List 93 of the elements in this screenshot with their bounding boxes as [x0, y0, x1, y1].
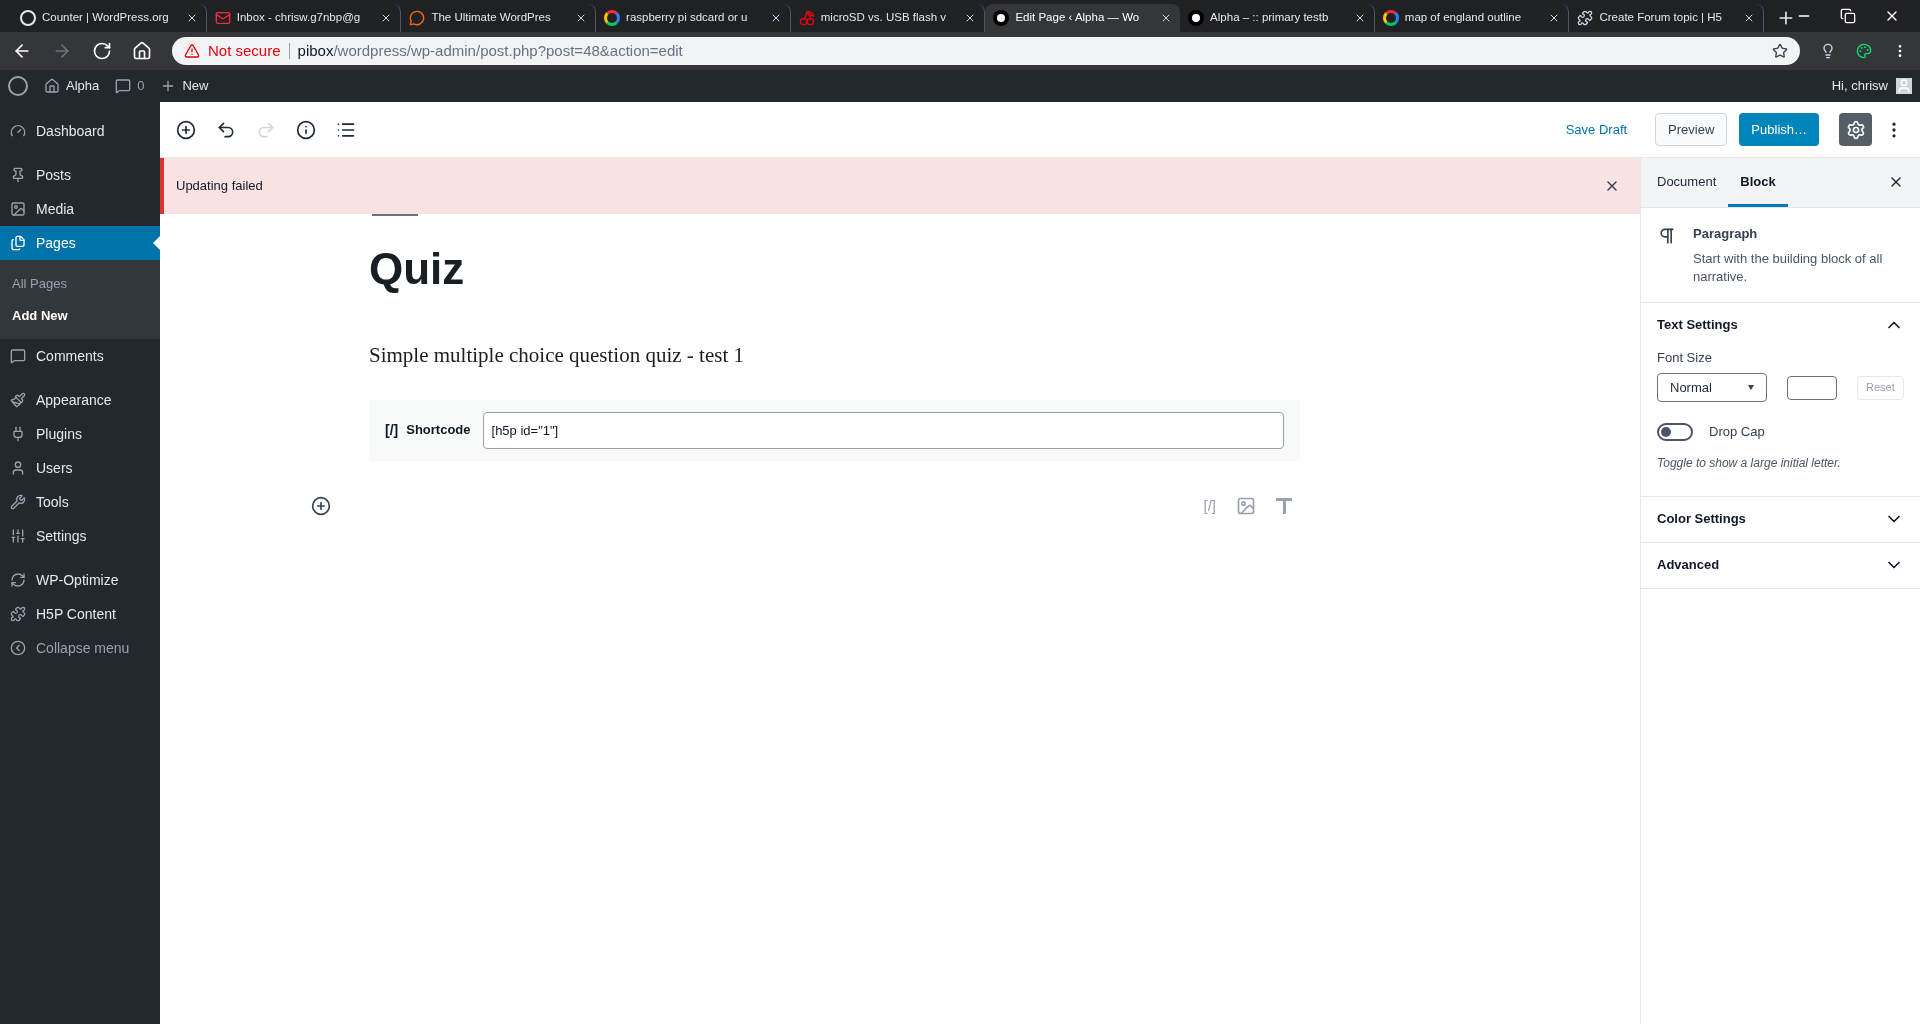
paragraph-text[interactable]: Simple multiple choice question quiz - test 1	[369, 340, 1300, 372]
settings-tab[interactable]: Document	[1645, 157, 1729, 207]
image-icon[interactable]	[1236, 495, 1256, 516]
sidebar-item[interactable]: H5P Content	[0, 597, 160, 631]
drop-cap-help: Toggle to show a large initial letter.	[1657, 454, 1842, 472]
reload-icon[interactable]	[92, 41, 112, 61]
browser-tab[interactable]: Edit Page ‹ Alpha — Wo	[985, 4, 1181, 32]
sidebar-item[interactable]: Media	[0, 192, 160, 226]
panel-header[interactable]: Text Settings	[1641, 302, 1920, 348]
sidebar-item[interactable]: Comments	[0, 339, 160, 373]
cycle-icon	[10, 572, 26, 588]
sidebar-item[interactable]: Plugins	[0, 417, 160, 451]
warning-icon	[184, 43, 200, 59]
shortcode-label: Shortcode	[406, 421, 471, 440]
drop-cap-toggle[interactable]	[1657, 422, 1693, 441]
pilcrow-icon	[1657, 226, 1677, 246]
mail-icon	[214, 10, 231, 26]
custom-size-input[interactable]	[1787, 375, 1837, 400]
drop-cap-label: Drop Cap	[1709, 423, 1765, 441]
tab-title: Edit Page ‹ Alpha — Wo	[1015, 10, 1141, 26]
berry-icon	[798, 10, 815, 26]
palette-icon[interactable]	[1856, 43, 1872, 59]
comments-link[interactable]: 0	[115, 76, 145, 96]
shortcode-input[interactable]: [h5p id="1"]	[482, 411, 1284, 449]
pages-icon	[10, 235, 26, 251]
puzzle-icon	[1577, 10, 1594, 26]
bookmark-star-icon[interactable]	[1772, 43, 1788, 59]
site-name-link[interactable]: Alpha	[44, 76, 100, 96]
post-title[interactable]: Quiz	[369, 236, 1300, 302]
lightbulb-icon[interactable]	[1820, 43, 1836, 59]
comment-icon	[10, 348, 26, 364]
sidebar-item[interactable]: Dashboard	[0, 114, 160, 148]
publish-button[interactable]: Publish…	[1739, 113, 1819, 146]
panel-header[interactable]: Color Settings	[1641, 496, 1920, 542]
tab-title: The Ultimate WordPres	[431, 10, 552, 26]
tab-title: microSD vs. USB flash v	[820, 10, 947, 26]
address-field[interactable]: Not secure pibox/wordpress/wp-admin/post.php?post=48&action=edit	[172, 37, 1800, 65]
gauge-icon	[10, 123, 26, 139]
text-block-icon[interactable]	[1276, 497, 1292, 514]
sidebar-item[interactable]: Settings	[0, 519, 160, 553]
plug-icon	[10, 426, 26, 442]
url-text: pibox/wordpress/wp-admin/post.php?post=48&action=edit	[297, 40, 684, 61]
tab-title: raspberry pi sdcard or u	[626, 10, 749, 26]
tab-title: Create Forum topic | H5	[1599, 10, 1723, 26]
font-size-label: Font Size	[1657, 348, 1713, 367]
chat-icon	[409, 10, 426, 26]
add-block-icon[interactable]	[311, 495, 331, 516]
tab-title: Alpha – :: primary testb	[1210, 10, 1330, 26]
preview-button[interactable]: Preview	[1655, 113, 1728, 146]
user-icon	[10, 460, 26, 476]
info-icon[interactable]	[296, 119, 316, 140]
circle-logo-icon	[1188, 10, 1205, 26]
block-description: Start with the building block of all narrative.	[1693, 249, 1884, 286]
comment-icon	[115, 78, 132, 94]
avatar-icon	[1896, 78, 1912, 94]
security-label: Not secure	[208, 40, 281, 61]
media-icon	[10, 201, 26, 217]
font-size-select[interactable]: Normal	[1657, 373, 1767, 402]
restore-icon[interactable]	[1840, 8, 1857, 24]
panel-header[interactable]: Advanced	[1641, 542, 1920, 588]
new-link[interactable]: New	[160, 76, 209, 96]
account-link[interactable]: Hi, chrisw	[1831, 76, 1912, 96]
sidebar-item[interactable]: Posts	[0, 158, 160, 192]
home-icon[interactable]	[132, 41, 152, 61]
home-icon	[44, 78, 60, 94]
settings-tab[interactable]: Block	[1728, 157, 1788, 207]
notice-text: Updating failed	[176, 177, 264, 196]
pin-icon	[10, 167, 26, 183]
submenu-item[interactable]: All Pages	[0, 268, 160, 300]
puzzle-icon	[10, 606, 26, 622]
collapse-icon	[10, 640, 26, 656]
undo-icon[interactable]	[216, 119, 236, 140]
circle-logo-icon	[993, 10, 1010, 26]
wrench-icon	[10, 494, 26, 510]
tab-title: Inbox - chrisw.g7nbp@g	[236, 10, 362, 26]
paintbrush-icon	[10, 392, 26, 408]
block-name: Paragraph	[1693, 225, 1759, 243]
shortcode-icon-text: [/]	[385, 420, 399, 440]
sidebar-item[interactable]: Pages	[0, 226, 160, 260]
tab-title: Counter | WordPress.org	[42, 10, 170, 26]
sidebar-item[interactable]: WP-Optimize	[0, 563, 160, 597]
settings-button[interactable]	[1839, 113, 1872, 146]
settings-icon	[1845, 119, 1866, 140]
sidebar-item[interactable]: Tools	[0, 485, 160, 519]
current-menu-pointer	[153, 236, 160, 250]
submenu-item[interactable]: Add New	[0, 299, 160, 331]
add-block-icon[interactable]	[176, 119, 196, 140]
sidebar-item[interactable]: Users	[0, 451, 160, 485]
sliders-icon	[10, 528, 26, 544]
sidebar-item[interactable]: Collapse menu	[0, 631, 160, 665]
tab-title: map of england outline	[1404, 10, 1523, 26]
sidebar-item[interactable]: Appearance	[0, 383, 160, 417]
save-draft-link[interactable]: Save Draft	[1565, 119, 1628, 140]
